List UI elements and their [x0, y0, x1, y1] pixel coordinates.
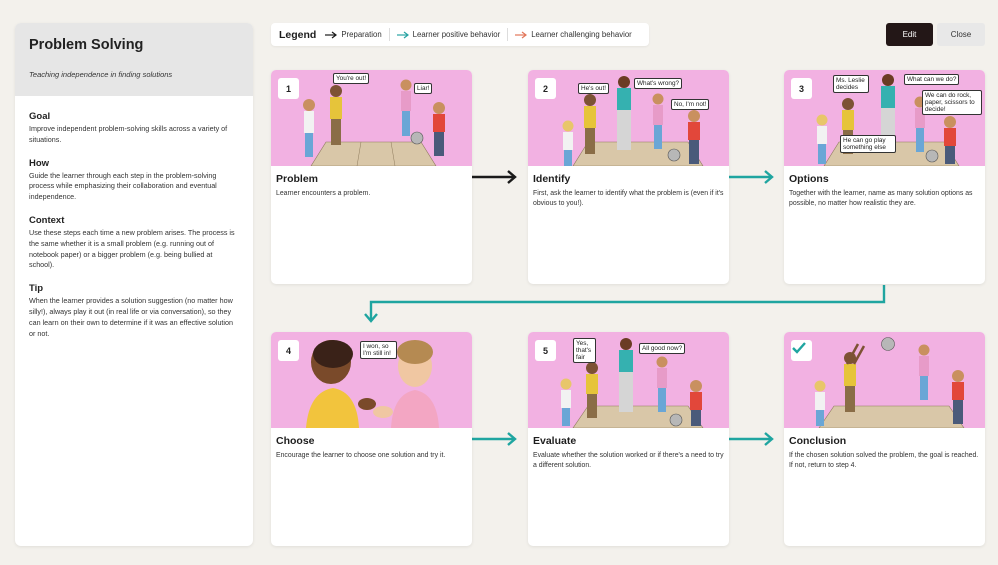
step-card-choose[interactable]: 4 I won, so I'm still in! Choose Encoura… — [271, 332, 472, 546]
step-description: First, ask the learner to identify what … — [533, 190, 724, 208]
step-card-options[interactable]: 3 Ms. Leslie decides What can we do? We … — [784, 70, 985, 284]
speech-bubble: He can go play something else — [840, 135, 896, 153]
step-number-badge: 3 — [791, 78, 812, 99]
speech-bubble: Liar! — [414, 83, 433, 94]
step-card-evaluate[interactable]: 5 Yes, that's fair All good now? Evaluat… — [528, 332, 729, 546]
check-icon — [791, 340, 812, 361]
step-description: If the chosen solution solved the proble… — [789, 452, 979, 470]
step-title: Choose — [276, 435, 315, 447]
arrow-evaluate-to-conclusion — [729, 432, 774, 446]
step-title: Problem — [276, 173, 319, 185]
step-description: Evaluate whether the solution worked or … — [533, 452, 724, 470]
step-card-problem[interactable]: 1 You're out! Liar! Problem Learner enco… — [271, 70, 472, 284]
step-illustration: 1 You're out! Liar! — [271, 70, 472, 166]
speech-bubble: Ms. Leslie decides — [833, 75, 869, 93]
step-title: Identify — [533, 173, 571, 185]
playground-scene — [562, 76, 704, 166]
speech-bubble: What can we do? — [904, 74, 960, 85]
step-description: Learner encounters a problem. — [276, 190, 371, 197]
step-number-badge: 5 — [535, 340, 556, 361]
step-card-conclusion[interactable]: Conclusion If the chosen solution solved… — [784, 332, 985, 546]
step-title: Options — [789, 173, 829, 185]
step-illustration — [784, 332, 985, 428]
step-description: Together with the learner, name as many … — [789, 190, 973, 208]
speech-bubble: You're out! — [333, 73, 370, 84]
arrow-identify-to-options — [729, 170, 774, 184]
step-illustration: 3 Ms. Leslie decides What can we do? We … — [784, 70, 985, 166]
speech-bubble: All good now? — [639, 343, 686, 354]
arrow-problem-to-identify — [472, 170, 517, 184]
speech-bubble: I won, so I'm still in! — [360, 341, 397, 359]
playground-scene — [814, 337, 965, 428]
step-title: Conclusion — [789, 435, 847, 447]
step-illustration: 5 Yes, that's fair All good now? — [528, 332, 729, 428]
arrow-choose-to-evaluate — [472, 432, 517, 446]
speech-bubble: No, I'm not! — [671, 99, 710, 110]
playground-scene — [560, 338, 704, 428]
speech-bubble: He's out! — [578, 83, 610, 94]
step-illustration: 4 I won, so I'm still in! — [271, 332, 472, 428]
step-description: Encourage the learner to choose one solu… — [276, 452, 446, 459]
step-title: Evaluate — [533, 435, 577, 447]
step-number-badge: 2 — [535, 78, 556, 99]
playground-scene — [303, 79, 445, 166]
step-illustration: 2 He's out! What's wrong? No, I'm not! — [528, 70, 729, 166]
speech-bubble: We can do rock, paper, scissors to decid… — [922, 90, 982, 115]
arrow-options-to-choose — [364, 285, 886, 323]
speech-bubble: Yes, that's fair — [573, 338, 596, 363]
step-number-badge: 1 — [278, 78, 299, 99]
step-number-badge: 4 — [278, 340, 299, 361]
step-card-identify[interactable]: 2 He's out! What's wrong? No, I'm not! I… — [528, 70, 729, 284]
speech-bubble: What's wrong? — [634, 78, 683, 89]
